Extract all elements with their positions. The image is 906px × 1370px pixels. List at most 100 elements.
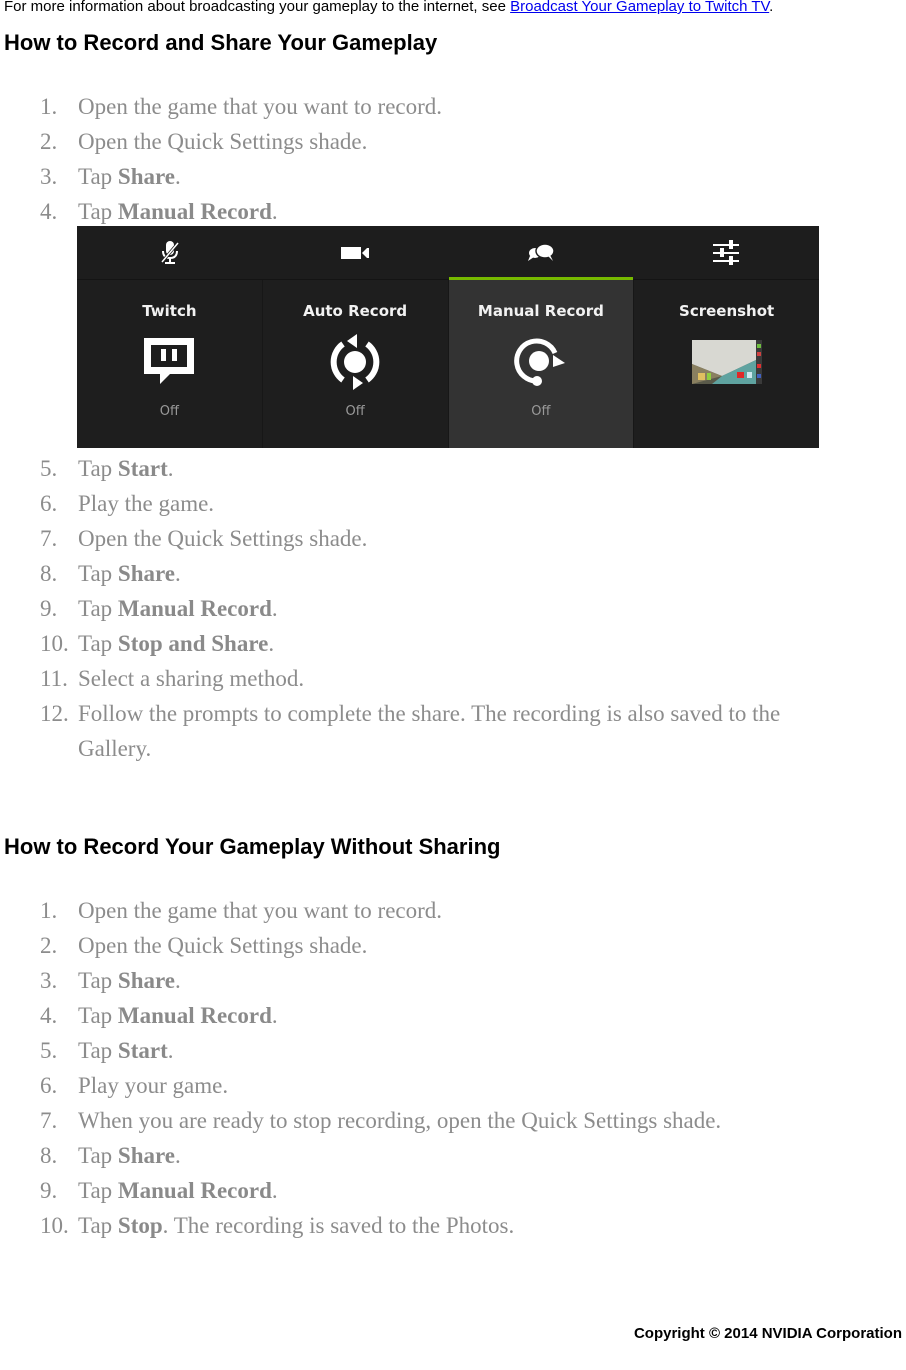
step-ui-term: Start [117, 1038, 168, 1063]
step-number: 1. [40, 898, 58, 923]
step-text-suffix: . [271, 596, 278, 621]
list-item: 2. Open the Quick Settings shade. [0, 124, 442, 159]
tile-twitch[interactable]: Twitch Off [77, 280, 263, 448]
step-number: 5. [40, 456, 58, 481]
step-number: 3. [40, 164, 58, 189]
step-text: Open the game that you want to record. [78, 94, 443, 119]
list-item: 8. Tap Share. [0, 1138, 721, 1173]
step-ui-term: Stop [117, 1213, 163, 1238]
section1-steps-part1: 1. Open the game that you want to record.… [0, 89, 442, 229]
step-number: 8. [40, 1143, 58, 1168]
tile-label: Manual Record [477, 302, 604, 320]
step-text-suffix: . [271, 199, 278, 224]
list-item: 12. Follow the prompts to complete the sh… [0, 696, 858, 766]
quick-settings-top-bar [77, 226, 819, 280]
list-item: 10. Tap Stop. The recording is saved to t… [0, 1208, 721, 1243]
list-item: 11. Select a sharing method. [0, 661, 858, 696]
step-number: 9. [40, 596, 58, 621]
quick-settings-screenshot: Twitch Off Auto Record Off Manual Record… [77, 226, 819, 448]
step-text: Tap [78, 968, 118, 993]
mic-muted-icon[interactable] [77, 226, 263, 279]
step-number: 7. [40, 526, 58, 551]
step-number: 10. [40, 631, 69, 656]
step-number: 5. [40, 1038, 58, 1063]
step-ui-term: Manual Record [117, 199, 272, 224]
step-number: 6. [40, 491, 58, 516]
list-item: 8. Tap Share. [0, 556, 858, 591]
step-number: 9. [40, 1178, 58, 1203]
step-text: Open the Quick Settings shade. [78, 526, 368, 551]
video-camera-icon[interactable] [263, 226, 449, 279]
list-item: 4. Tap Manual Record. [0, 194, 442, 229]
broadcast-twitch-link[interactable]: Broadcast Your Gameplay to Twitch TV [510, 0, 769, 15]
step-text-suffix: . [167, 456, 174, 481]
intro-text: For more information about broadcasting … [4, 0, 511, 15]
list-item: 10. Tap Stop and Share. [0, 626, 858, 661]
list-item: 6. Play your game. [0, 1068, 721, 1103]
list-item: 7. Open the Quick Settings shade. [0, 521, 858, 556]
step-text-suffix: . [175, 164, 181, 189]
step-ui-term: Manual Record [117, 596, 272, 621]
step-text-suffix: . The recording is saved to the Photos. [162, 1213, 515, 1238]
step-number: 11. [40, 666, 68, 691]
step-text: Tap [78, 1143, 118, 1168]
step-ui-term: Start [117, 456, 168, 481]
list-item: 3. Tap Share. [0, 159, 442, 194]
tile-label: Screenshot [679, 302, 775, 320]
step-text: Tap [78, 561, 118, 586]
list-item: 5. Tap Start. [0, 1033, 721, 1068]
list-item: 1. Open the game that you want to record. [0, 893, 721, 928]
sliders-icon[interactable] [634, 226, 820, 279]
section2-steps: 1. Open the game that you want to record.… [0, 893, 721, 1243]
step-ui-term: Share [117, 164, 175, 189]
step-text: Tap [78, 456, 118, 481]
intro-paragraph: For more information about broadcasting … [4, 0, 773, 15]
step-number: 1. [40, 94, 58, 119]
step-number: 2. [40, 129, 58, 154]
tile-status: Off [345, 404, 365, 419]
step-number: 10. [40, 1213, 69, 1238]
manual-record-icon [513, 334, 569, 390]
step-text: Tap [78, 631, 118, 656]
list-item: 3. Tap Share. [0, 963, 721, 998]
step-number: 2. [40, 933, 58, 958]
step-text: Play the game. [78, 491, 215, 516]
step-text: Open the Quick Settings shade. [78, 129, 368, 154]
tile-manual-record[interactable]: Manual Record Off [448, 277, 635, 448]
chat-bubbles-icon[interactable] [448, 226, 634, 279]
step-ui-term: Manual Record [117, 1003, 272, 1028]
step-ui-term: Stop and Share [117, 631, 269, 656]
twitch-icon [142, 334, 196, 390]
step-text: Tap [78, 1178, 118, 1203]
step-ui-term: Share [117, 561, 175, 586]
step-text-suffix: . [175, 1143, 181, 1168]
section1-steps-part2: 5. Tap Start. 6. Play the game. 7. Open the Q… [0, 451, 858, 766]
copyright-footer: Copyright © 2014 NVIDIA Corporation [633, 1325, 902, 1342]
step-number: 12. [40, 701, 69, 726]
step-text-suffix: . [175, 968, 181, 993]
tile-auto-record[interactable]: Auto Record Off [262, 280, 449, 448]
tile-status: Off [159, 404, 179, 419]
step-text-suffix: . [271, 1003, 278, 1028]
list-item: 9. Tap Manual Record. [0, 1173, 721, 1208]
step-text: Tap [78, 199, 118, 224]
intro-suffix: . [769, 0, 774, 15]
tile-label: Twitch [142, 302, 197, 320]
section2-heading: How to Record Your Gameplay Without Shar… [4, 834, 501, 859]
step-text-suffix: . [175, 561, 181, 586]
step-ui-term: Share [117, 1143, 175, 1168]
list-item: 6. Play the game. [0, 486, 858, 521]
step-text: Tap [78, 596, 118, 621]
step-text: Tap [78, 1038, 118, 1063]
tile-label: Auto Record [303, 302, 408, 320]
tile-screenshot[interactable]: Screenshot [634, 280, 819, 448]
step-ui-term: Manual Record [117, 1178, 272, 1203]
list-item: 5. Tap Start. [0, 451, 858, 486]
auto-record-icon [327, 334, 383, 390]
step-text-suffix: . [268, 631, 275, 656]
list-item: 1. Open the game that you want to record. [0, 89, 442, 124]
list-item: 4. Tap Manual Record. [0, 998, 721, 1033]
step-text: Tap [78, 1213, 118, 1238]
step-text-suffix: . [167, 1038, 174, 1063]
tile-status: Off [531, 404, 551, 419]
